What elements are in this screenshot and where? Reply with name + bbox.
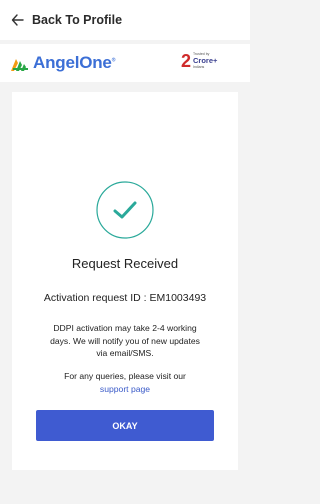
info-line-2: days. We will notify you of new updates [50,335,200,346]
support-page-link[interactable]: support page [0,384,250,394]
back-arrow-icon[interactable] [11,12,25,28]
status-heading: Request Received [71,256,179,271]
success-check-icon [96,181,154,239]
info-line-1: DDPI activation may take 2-4 working [53,323,197,333]
brand-trademark: ® [111,57,116,64]
badge-number: 2 [181,51,192,71]
info-text: DDPI activation may take 2-4 working day… [45,322,205,360]
back-to-profile-label[interactable]: Back To Profile [32,13,122,27]
top-bar: Back To Profile [0,0,250,40]
request-id: Activation request ID : EM1003493 [43,292,207,304]
badge-sub-text: Indians [193,65,205,69]
brand-name-text: AngelOne [33,53,112,72]
queries-text: For any queries, please visit our [64,371,186,381]
okay-button[interactable]: OKAY [36,410,214,441]
badge-word: Crore+ [193,56,218,65]
info-line-3: via email/SMS. [96,348,154,358]
brand-name: AngelOne® [33,53,115,73]
